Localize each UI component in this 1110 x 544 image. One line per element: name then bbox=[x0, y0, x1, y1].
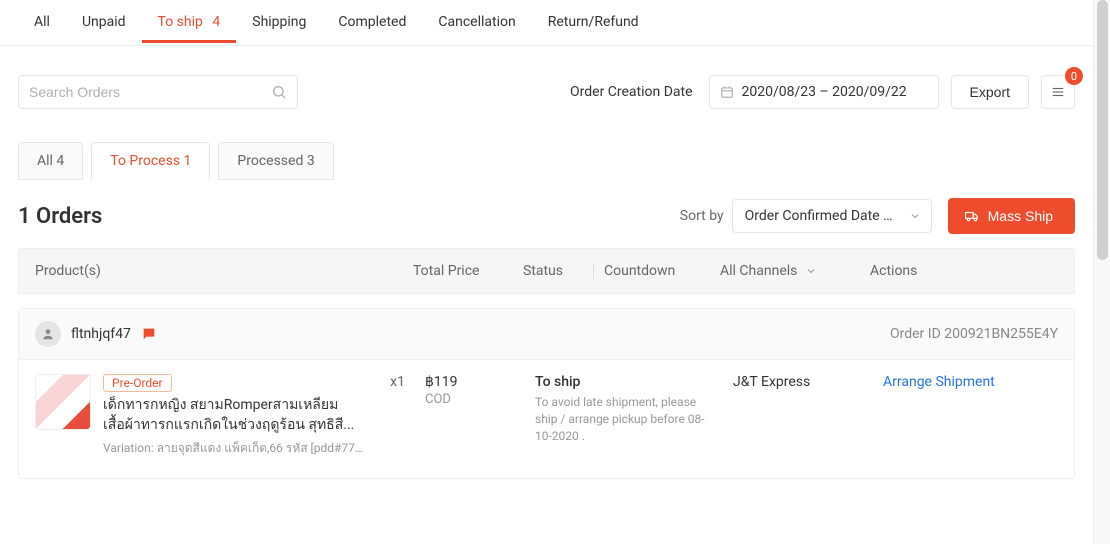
col-header-countdown: Countdown bbox=[604, 263, 720, 279]
table-header: Product(s) Total Price Status Countdown … bbox=[18, 248, 1075, 294]
search-box[interactable] bbox=[18, 75, 298, 109]
orders-count-heading: 1 Orders bbox=[18, 204, 102, 229]
price-cell: ฿119 COD bbox=[425, 374, 535, 407]
tab-to-ship[interactable]: To ship 4 bbox=[142, 0, 237, 42]
date-range-value: 2020/08/23 – 2020/09/22 bbox=[742, 84, 907, 100]
order-status-tabs: All Unpaid To ship 4 Shipping Completed … bbox=[0, 0, 1093, 46]
search-input[interactable] bbox=[29, 84, 271, 100]
buyer-username[interactable]: fltnhjqf47 bbox=[71, 326, 131, 342]
sub-tab-all[interactable]: All 4 bbox=[18, 142, 83, 180]
chevron-down-icon bbox=[805, 265, 817, 277]
arrange-shipment-link[interactable]: Arrange Shipment bbox=[883, 374, 995, 390]
product-quantity: x1 bbox=[363, 374, 405, 390]
col-header-products: Product(s) bbox=[35, 263, 413, 279]
search-icon[interactable] bbox=[271, 84, 287, 100]
col-header-channel-label: All Channels bbox=[720, 263, 797, 279]
heading-row: 1 Orders Sort by Order Confirmed Date -.… bbox=[0, 180, 1093, 248]
date-range-picker[interactable]: 2020/08/23 – 2020/09/22 bbox=[709, 75, 939, 109]
order-status: To ship bbox=[535, 374, 733, 390]
preorder-badge: Pre-Order bbox=[103, 374, 172, 392]
product-thumbnail[interactable] bbox=[35, 374, 91, 430]
col-header-total-price: Total Price bbox=[413, 263, 523, 279]
order-total-price: ฿119 bbox=[425, 374, 535, 390]
sub-tab-to-process[interactable]: To Process 1 bbox=[91, 142, 210, 180]
order-status-note: To avoid late shipment, please ship / ar… bbox=[535, 394, 715, 444]
tab-to-ship-count: 4 bbox=[212, 14, 220, 30]
sort-label: Sort by bbox=[680, 208, 724, 224]
order-body: Pre-Order เด็กทารกหญิง สยามRomperสามเหลี… bbox=[19, 360, 1074, 478]
order-card: fltnhjqf47 Order ID 200921BN255E4Y Pre-O… bbox=[18, 308, 1075, 479]
product-variation: Variation: ลายจุดสีแดง แพ็คเก็ต,66 รหัส … bbox=[103, 439, 363, 458]
action-cell: Arrange Shipment bbox=[883, 374, 1058, 390]
tab-all[interactable]: All bbox=[18, 0, 66, 42]
payment-method: COD bbox=[425, 392, 535, 407]
tab-shipping[interactable]: Shipping bbox=[236, 0, 322, 42]
tab-return-refund[interactable]: Return/Refund bbox=[532, 0, 655, 42]
col-header-status: Status bbox=[523, 263, 583, 279]
truck-icon bbox=[964, 209, 980, 223]
shipping-channel: J&T Express bbox=[733, 374, 883, 390]
col-header-channel-dropdown[interactable]: All Channels bbox=[720, 263, 870, 279]
calendar-icon bbox=[720, 85, 734, 99]
product-info: Pre-Order เด็กทารกหญิง สยามRomperสามเหลี… bbox=[103, 374, 363, 458]
notification-badge: 0 bbox=[1065, 67, 1083, 85]
tab-completed[interactable]: Completed bbox=[322, 0, 422, 42]
mass-ship-label: Mass Ship bbox=[988, 208, 1053, 224]
export-button[interactable]: Export bbox=[951, 75, 1029, 109]
process-sub-tabs: All 4 To Process 1 Processed 3 bbox=[0, 116, 1093, 180]
chat-icon[interactable] bbox=[141, 326, 157, 342]
tab-unpaid[interactable]: Unpaid bbox=[66, 0, 142, 42]
tab-to-ship-label: To ship bbox=[158, 14, 203, 30]
sort-selected-value: Order Confirmed Date -... bbox=[745, 208, 895, 224]
order-header: fltnhjqf47 Order ID 200921BN255E4Y bbox=[19, 309, 1074, 360]
vertical-scrollbar[interactable] bbox=[1093, 0, 1110, 544]
status-cell: To ship To avoid late shipment, please s… bbox=[535, 374, 733, 444]
col-header-actions: Actions bbox=[870, 263, 1058, 279]
date-filter-label: Order Creation Date bbox=[570, 84, 693, 100]
mass-ship-button[interactable]: Mass Ship bbox=[948, 198, 1075, 234]
product-name[interactable]: เด็กทารกหญิง สยามRomperสามเหลี่ยม เสื้อผ… bbox=[103, 396, 363, 435]
buyer-avatar[interactable] bbox=[35, 321, 61, 347]
tab-cancellation[interactable]: Cancellation bbox=[422, 0, 531, 42]
sort-select[interactable]: Order Confirmed Date -... bbox=[732, 199, 932, 233]
filter-row: Order Creation Date 2020/08/23 – 2020/09… bbox=[0, 46, 1093, 116]
header-divider bbox=[593, 263, 594, 279]
chevron-down-icon bbox=[909, 210, 921, 222]
order-id: Order ID 200921BN255E4Y bbox=[890, 326, 1058, 342]
sub-tab-processed[interactable]: Processed 3 bbox=[218, 142, 333, 180]
